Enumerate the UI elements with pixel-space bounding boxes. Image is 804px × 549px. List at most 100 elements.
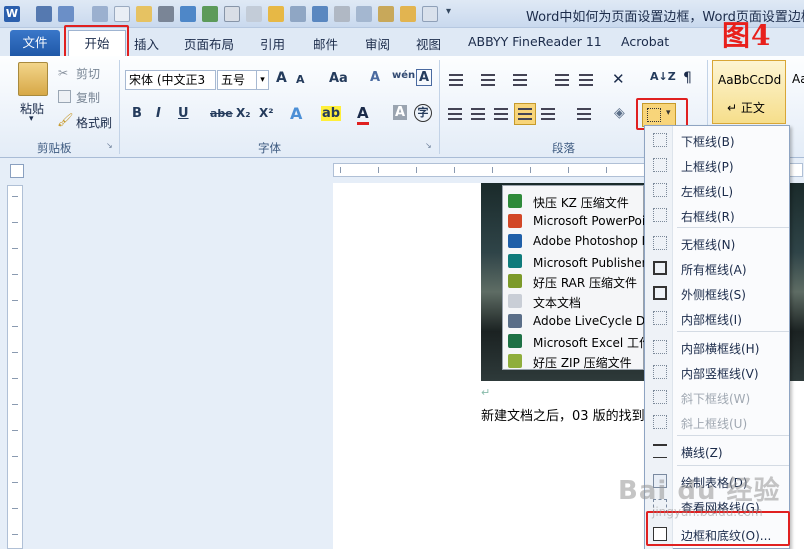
- font-size-dropdown-icon[interactable]: ▾: [256, 70, 269, 90]
- context-menu-item[interactable]: 好压 RAR 压缩文件: [503, 271, 645, 291]
- open-folder-icon[interactable]: [136, 6, 152, 22]
- menu-item-left-border[interactable]: 左框线(L): [645, 178, 791, 203]
- subscript-button[interactable]: X₂: [236, 106, 251, 120]
- tab-references[interactable]: 引用: [260, 34, 285, 53]
- vertical-ruler[interactable]: [7, 185, 23, 549]
- tab-file[interactable]: 文件: [10, 30, 60, 56]
- format-painter-button[interactable]: 格式刷: [76, 114, 112, 131]
- multilevel-list-icon[interactable]: [510, 71, 530, 89]
- paste-dropdown-icon[interactable]: ▾: [29, 114, 34, 124]
- redo-icon[interactable]: [92, 6, 108, 22]
- align-left-icon[interactable]: [446, 105, 466, 123]
- context-menu-item[interactable]: Microsoft Excel 工作表: [503, 331, 645, 351]
- phonetic-guide-button[interactable]: wén: [392, 70, 415, 81]
- justify-icon[interactable]: [514, 103, 536, 125]
- context-menu-item[interactable]: 快压 KZ 压缩文件: [503, 191, 645, 211]
- format-painter-icon[interactable]: 🖌: [57, 113, 74, 128]
- cut-icon[interactable]: ✂: [58, 66, 72, 80]
- tab-insert[interactable]: 插入: [134, 34, 159, 53]
- enclose-characters-button[interactable]: 字: [414, 104, 432, 122]
- font-name-combo[interactable]: 宋体 (中文正3: [125, 70, 216, 90]
- menu-item-outside-borders[interactable]: 外侧框线(S): [645, 281, 791, 306]
- menu-item-inside-vertical-border[interactable]: 内部竖框线(V): [645, 360, 791, 385]
- clear-format-button[interactable]: A: [370, 70, 380, 85]
- menu-item-all-borders[interactable]: 所有框线(A): [645, 256, 791, 281]
- menu-item-inside-horizontal-border[interactable]: 内部横框线(H): [645, 335, 791, 360]
- context-menu-item[interactable]: 文本文档: [503, 291, 645, 311]
- align-center-icon[interactable]: [469, 105, 489, 123]
- tab-acrobat[interactable]: Acrobat: [621, 34, 669, 49]
- character-shading-button[interactable]: A: [393, 105, 408, 120]
- clipboard-icon[interactable]: [400, 6, 416, 22]
- menu-item-diagonal-down-border[interactable]: 斜下框线(W): [645, 385, 791, 410]
- document-small-icon[interactable]: [422, 6, 438, 22]
- save-icon[interactable]: [36, 6, 52, 22]
- numbering-icon[interactable]: [478, 71, 498, 89]
- picture-icon[interactable]: [290, 6, 306, 22]
- paste-icon[interactable]: [18, 62, 48, 96]
- clipboard-launcher-icon[interactable]: ↘: [106, 141, 113, 150]
- print-icon[interactable]: [158, 6, 174, 22]
- line-spacing-icon[interactable]: [575, 105, 595, 123]
- context-menu-item[interactable]: Microsoft PowerPoint: [503, 211, 645, 231]
- customize-quick-access-icon[interactable]: ▾: [446, 6, 456, 22]
- paragraph-shading-icon[interactable]: ◈: [614, 105, 625, 121]
- align-right-icon[interactable]: [492, 105, 512, 123]
- tab-review[interactable]: 审阅: [365, 34, 390, 53]
- sort-button[interactable]: A↓Z: [650, 70, 676, 83]
- word-app-icon[interactable]: W: [4, 6, 20, 22]
- asian-layout-icon[interactable]: ✕: [612, 70, 625, 88]
- tab-view[interactable]: 视图: [416, 34, 441, 53]
- font-color-button[interactable]: A: [357, 104, 369, 125]
- highlight-button[interactable]: ab: [321, 106, 342, 121]
- menu-item-horizontal-line[interactable]: 横线(Z): [645, 439, 791, 464]
- menu-item-top-border[interactable]: 上框线(P): [645, 153, 791, 178]
- tab-abbyy[interactable]: ABBYY FineReader 11: [468, 34, 602, 49]
- context-menu-item[interactable]: Microsoft Publisher 文: [503, 251, 645, 271]
- undo-icon[interactable]: [58, 6, 74, 22]
- table-icon[interactable]: [334, 6, 350, 22]
- brush-icon[interactable]: [378, 6, 394, 22]
- style-normal[interactable]: AaBbCcDd ↵ 正文: [712, 60, 786, 124]
- distributed-icon[interactable]: [539, 105, 559, 123]
- menu-item-inside-borders[interactable]: 内部框线(I): [645, 306, 791, 331]
- text-effects-button[interactable]: A: [290, 104, 302, 123]
- menu-item-right-border[interactable]: 右框线(R): [645, 203, 791, 228]
- shrink-font-button[interactable]: A: [296, 73, 305, 86]
- show-marks-icon[interactable]: ¶: [683, 70, 692, 86]
- font-launcher-icon[interactable]: ↘: [425, 141, 432, 150]
- ruler-tab-selector[interactable]: [10, 164, 24, 178]
- context-menu-item[interactable]: 好压 ZIP 压缩文件: [503, 351, 645, 371]
- tab-mailings[interactable]: 邮件: [313, 34, 338, 53]
- folder-icon[interactable]: [268, 6, 284, 22]
- tab-page-layout[interactable]: 页面布局: [184, 34, 234, 53]
- document-icon[interactable]: [224, 6, 240, 22]
- spelling-icon[interactable]: [180, 6, 196, 22]
- grow-font-button[interactable]: A: [276, 70, 287, 86]
- bullets-icon[interactable]: [446, 71, 466, 89]
- email-icon[interactable]: [312, 6, 328, 22]
- increase-indent-icon[interactable]: [576, 71, 596, 89]
- underline-button[interactable]: U: [178, 106, 189, 121]
- new-document-icon[interactable]: [114, 6, 130, 22]
- strikethrough-button[interactable]: abe: [210, 107, 233, 120]
- character-border-button[interactable]: A: [416, 69, 433, 86]
- change-case-button[interactable]: Aa: [329, 71, 348, 86]
- superscript-button[interactable]: X²: [259, 106, 274, 120]
- menu-item-diagonal-up-border[interactable]: 斜上框线(U): [645, 410, 791, 435]
- menu-item-bottom-border[interactable]: 下框线(B): [645, 128, 791, 153]
- cut-button[interactable]: 剪切: [76, 65, 100, 82]
- bold-button[interactable]: B: [132, 106, 142, 121]
- menu-item-no-border[interactable]: 无框线(N): [645, 231, 791, 256]
- style-next-preview[interactable]: Aa: [792, 72, 804, 86]
- shape-icon[interactable]: [356, 6, 372, 22]
- page-icon[interactable]: [246, 6, 262, 22]
- document-body-text[interactable]: 新建文档之后，03 版的找到: [481, 405, 645, 424]
- copy-icon[interactable]: [58, 90, 71, 103]
- context-menu-item[interactable]: Adobe Photoshop In: [503, 231, 645, 251]
- context-menu-item[interactable]: Adobe LiveCycle Des: [503, 311, 645, 331]
- track-changes-icon[interactable]: [202, 6, 218, 22]
- copy-button[interactable]: 复制: [76, 89, 100, 106]
- italic-button[interactable]: I: [156, 106, 161, 121]
- decrease-indent-icon[interactable]: [552, 71, 572, 89]
